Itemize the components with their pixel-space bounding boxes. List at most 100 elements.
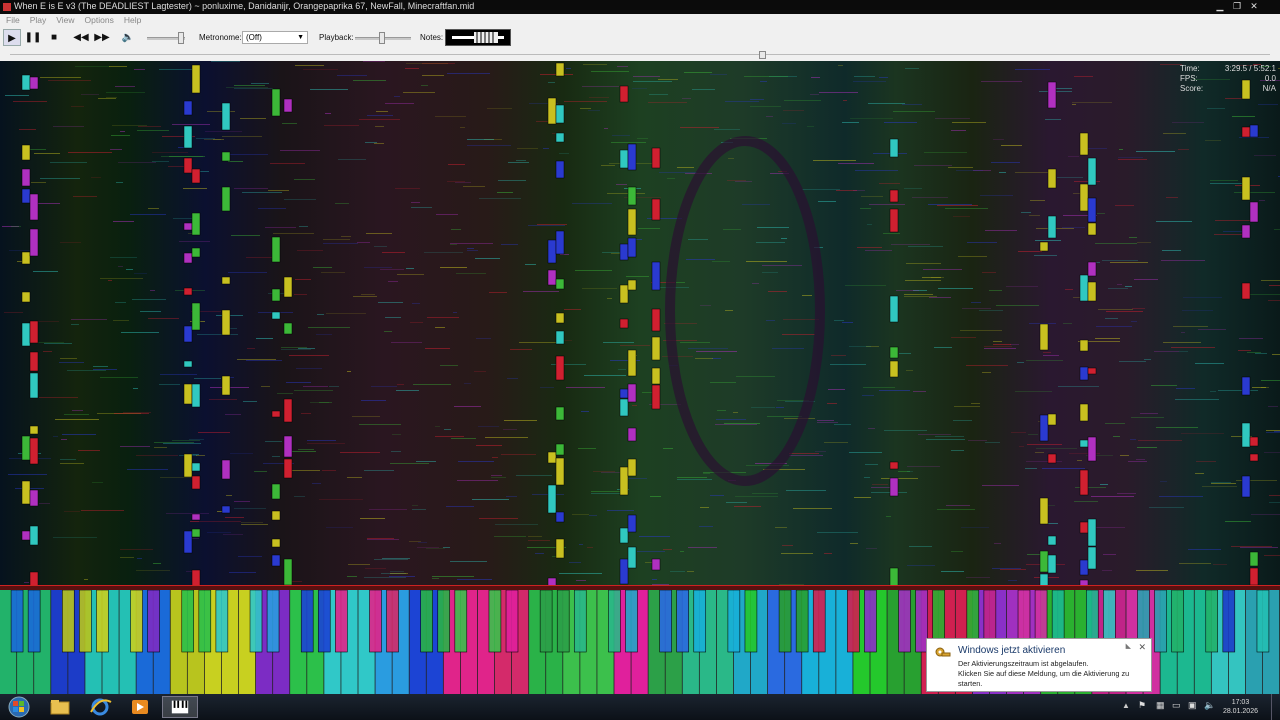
close-icon[interactable]: ✕ [1246,1,1262,12]
activation-notification[interactable]: Windows jetzt aktivieren ◣ ✕ Der Aktivie… [926,638,1152,692]
speaker-icon[interactable]: 🔈 [1204,700,1215,711]
network-icon[interactable]: ▦ [1156,700,1165,711]
note-streak [1258,104,1278,105]
note-streak [1140,413,1158,414]
note-streak [91,177,101,178]
show-desktop-button[interactable] [1271,694,1280,720]
note-streak [435,436,464,437]
menu-play[interactable]: Play [24,14,51,25]
black-key [727,589,741,653]
note-block [271,236,281,263]
note-streak [649,94,668,95]
metronome-select[interactable]: (Off) ▼ [242,31,308,44]
piano-app-icon[interactable] [162,696,198,718]
seek-thumb[interactable] [759,51,766,59]
pause-icon[interactable]: ❚❚ [24,29,42,46]
note-streak [760,81,767,82]
note-streak [241,524,268,525]
note-streak [1254,155,1276,156]
note-streak [1015,172,1053,173]
note-streak [495,524,538,525]
note-streak [677,477,707,478]
note-streak [1175,399,1219,400]
note-streak [1130,439,1136,440]
note-streak [360,518,385,519]
note-streak [492,457,498,458]
tray-expand-icon[interactable]: ▲ [1122,701,1130,710]
note-streak [838,65,843,66]
menu-help[interactable]: Help [118,14,145,25]
note-block [221,309,231,336]
note-streak [118,162,156,163]
file-explorer-icon[interactable] [42,696,78,718]
note-block [619,527,629,544]
note-streak [1095,338,1120,339]
note-streak [1057,177,1083,178]
note-streak [435,426,440,427]
note-streak [247,348,255,349]
note-streak [1176,388,1195,389]
note-block [889,189,899,203]
note-streak [525,264,536,265]
playback-slider-thumb[interactable] [379,32,385,44]
display-icon[interactable]: ▣ [1188,700,1197,711]
note-streak [1160,481,1167,482]
pin-icon[interactable]: ◣ [1126,642,1131,650]
note-streak [113,320,129,321]
note-block [21,530,31,541]
maximize-icon[interactable]: ❐ [1229,1,1245,12]
note-streak [811,77,820,78]
fast-forward-icon[interactable]: ▶▶ [93,29,111,46]
note-block [29,372,39,399]
note-block [1087,518,1097,547]
play-icon[interactable]: ▶ [3,29,21,46]
note-streak [303,386,328,387]
minimize-icon[interactable]: ▁ [1212,1,1228,12]
taskbar-clock[interactable]: 17:03 28.01.2026 [1223,698,1258,716]
note-streak [1272,354,1280,355]
note-block [283,435,293,458]
note-streak [650,496,661,497]
menu-file[interactable]: File [0,14,24,25]
menu-view[interactable]: View [50,14,78,25]
stop-icon[interactable]: ■ [45,29,63,46]
note-block [191,475,201,490]
menu-options[interactable]: Options [79,14,118,25]
note-streak [961,527,989,528]
volume-slider-thumb[interactable] [178,32,184,44]
start-orb-icon[interactable] [2,696,36,718]
note-streak [111,135,130,136]
note-streak [735,181,752,182]
note-block [555,406,565,421]
note-streak [363,61,385,62]
media-player-icon[interactable] [122,696,158,718]
note-streak [479,198,521,199]
note-streak [618,369,626,370]
note-streak [1181,332,1185,333]
note-streak [84,579,88,580]
note-block [619,388,629,399]
note-streak [34,153,60,154]
seek-bar[interactable] [0,49,1280,61]
note-streak [566,387,605,388]
notification-close-icon[interactable]: ✕ [1138,642,1146,653]
note-streak [137,130,169,131]
note-block [1079,366,1089,381]
note-streak [1232,116,1255,117]
note-streak [670,571,685,572]
note-block [271,88,281,117]
note-streak [1015,391,1052,392]
note-streak [999,172,1006,173]
battery-icon[interactable]: ▭ [1172,700,1181,711]
note-block [29,320,39,344]
note-streak [632,88,647,89]
volume-icon[interactable]: 🔈 [119,29,137,46]
note-streak [153,563,161,564]
rewind-icon[interactable]: ◀◀ [72,29,90,46]
action-center-icon[interactable]: ⚑ [1138,700,1146,711]
internet-explorer-icon[interactable] [82,696,118,718]
note-streak [985,230,1017,231]
note-streak [941,571,964,572]
note-streak [714,129,740,130]
note-streak [323,239,350,240]
